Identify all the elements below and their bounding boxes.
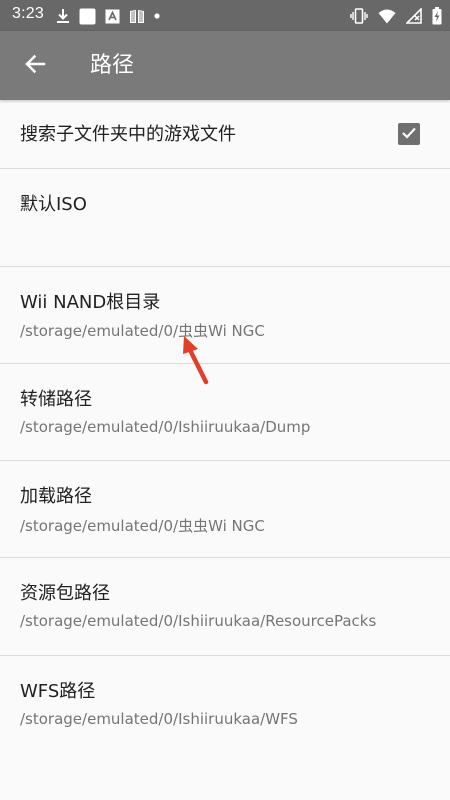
app-icon: [79, 8, 96, 25]
setting-title: 搜索子文件夹中的游戏文件: [20, 124, 236, 145]
setting-resource-pack-path[interactable]: 资源包路径 /storage/emulated/0/Ishiiruukaa/Re…: [0, 558, 450, 656]
battery-charging-icon: [432, 7, 442, 25]
page-title: 路径: [90, 53, 135, 78]
status-time: 3:23: [12, 5, 44, 22]
status-icons-right: [350, 5, 442, 27]
setting-title: WFS路径: [20, 681, 96, 702]
toolbar: 路径: [0, 31, 450, 100]
setting-title: 转储路径: [20, 389, 92, 410]
checkmark-icon: [401, 125, 417, 144]
setting-default-iso[interactable]: 默认ISO: [0, 169, 450, 267]
vibrate-icon: [350, 8, 368, 24]
setting-dump-path[interactable]: 转储路径 /storage/emulated/0/Ishiiruukaa/Dum…: [0, 364, 450, 461]
setting-summary: /storage/emulated/0/虫虫Wi NGC: [20, 322, 265, 340]
status-bar: 3:23: [0, 0, 450, 31]
back-button[interactable]: [14, 45, 56, 87]
setting-title: Wii NAND根目录: [20, 292, 161, 313]
setting-title: 默认ISO: [20, 194, 87, 215]
setting-wfs-path[interactable]: WFS路径 /storage/emulated/0/Ishiiruukaa/WF…: [0, 656, 450, 753]
setting-load-path[interactable]: 加载路径 /storage/emulated/0/虫虫Wi NGC: [0, 461, 450, 558]
search-subfolders-checkbox[interactable]: [398, 123, 420, 145]
setting-title: 资源包路径: [20, 583, 110, 604]
wifi-icon: [378, 9, 396, 24]
status-icons-left: [56, 5, 160, 27]
setting-wii-nand-root[interactable]: Wii NAND根目录 /storage/emulated/0/虫虫Wi NGC: [0, 267, 450, 364]
book-icon: [129, 9, 145, 24]
setting-summary: /storage/emulated/0/Ishiiruukaa/Dump: [20, 418, 311, 436]
download-icon: [56, 8, 70, 24]
translate-icon: [105, 9, 120, 24]
dot-icon: [154, 13, 160, 19]
setting-summary: /storage/emulated/0/虫虫Wi NGC: [20, 517, 265, 535]
setting-search-subfolders[interactable]: 搜索子文件夹中的游戏文件: [0, 100, 450, 169]
arrow-back-icon: [24, 53, 46, 79]
settings-list: 搜索子文件夹中的游戏文件 默认ISO Wii NAND根目录 /storage/…: [0, 100, 450, 753]
screen: 3:23 路径 搜索子文件夹中的游戏文件 默认ISO Wii NAND根目录 /…: [0, 0, 450, 800]
setting-summary: /storage/emulated/0/Ishiiruukaa/Resource…: [20, 612, 377, 630]
setting-title: 加载路径: [20, 486, 92, 507]
no-signal-icon: [406, 8, 422, 24]
setting-summary: /storage/emulated/0/Ishiiruukaa/WFS: [20, 710, 298, 728]
